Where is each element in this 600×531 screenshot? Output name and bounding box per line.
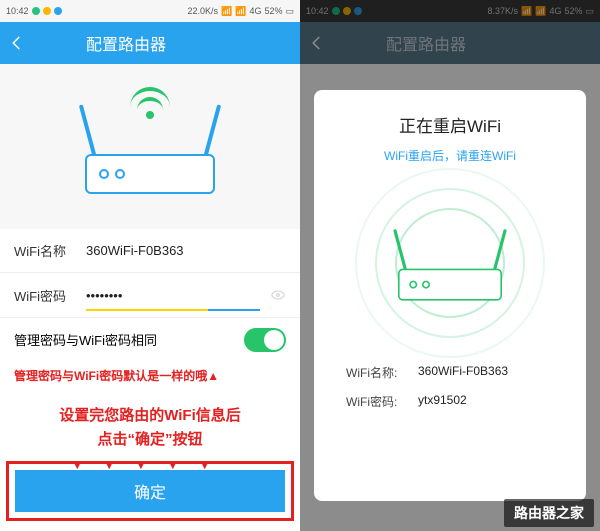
- modal-wifi-password-row: WiFi密码: ytx91502: [330, 387, 570, 416]
- status-battery: 52%: [264, 6, 282, 16]
- modal-illustration: [350, 178, 550, 348]
- same-password-row: 管理密码与WiFi密码相同: [0, 317, 300, 361]
- status-bar: 10:42 22.0K/s 📶 📶 4G 52% ▭: [0, 0, 300, 22]
- battery-icon: ▭: [285, 6, 294, 17]
- status-speed: 22.0K/s: [187, 6, 218, 16]
- wifi-name-field[interactable]: WiFi名称 360WiFi-F0B363: [0, 229, 300, 273]
- router-illustration: [0, 64, 300, 229]
- confirm-button[interactable]: 确定: [15, 470, 285, 512]
- modal-wifi-name-row: WiFi名称: 360WiFi-F0B363: [330, 358, 570, 387]
- status-time: 10:42: [6, 6, 29, 16]
- annotation-tip1: 管理密码与WiFi密码默认是一样的哦▲: [0, 361, 300, 390]
- title-bar: 配置路由器: [0, 22, 300, 64]
- wifi-name-label: WiFi名称: [14, 241, 86, 260]
- app-indicator-icon: [43, 7, 51, 15]
- modal-wifi-password-value: ytx91502: [418, 393, 467, 410]
- eye-icon[interactable]: [270, 287, 286, 303]
- restart-modal: 正在重启WiFi WiFi重启后，请重连WiFi WiFi名称: 360WiFi…: [314, 90, 586, 501]
- back-icon[interactable]: [8, 34, 26, 52]
- wifi-password-value: ••••••••: [86, 288, 270, 303]
- modal-subheading: WiFi重启后，请重连WiFi: [384, 147, 516, 164]
- modal-heading: 正在重启WiFi: [399, 112, 501, 137]
- same-password-toggle[interactable]: [244, 328, 286, 352]
- input-underline: [86, 309, 260, 311]
- page-title: 配置路由器: [86, 31, 166, 55]
- signal-icon: 📶: [235, 6, 246, 17]
- app-indicator-icon: [54, 7, 62, 15]
- app-indicator-icon: [32, 7, 40, 15]
- modal-wifi-name-label: WiFi名称:: [346, 364, 418, 381]
- wifi-name-value: 360WiFi-F0B363: [86, 243, 286, 258]
- annotation-tip2: 设置完您路由的WiFi信息后 点击“确定”按钮: [0, 390, 300, 456]
- same-password-label: 管理密码与WiFi密码相同: [14, 330, 157, 349]
- wifi-password-label: WiFi密码: [14, 286, 86, 305]
- status-net: 4G: [249, 6, 261, 16]
- wifi-password-field[interactable]: WiFi密码 ••••••••: [0, 273, 300, 317]
- annotation-highlight-box: 确定: [6, 461, 294, 521]
- modal-wifi-password-label: WiFi密码:: [346, 393, 418, 410]
- watermark: 路由器之家: [504, 499, 594, 527]
- wifi-icon: 📶: [221, 6, 232, 17]
- modal-wifi-name-value: 360WiFi-F0B363: [418, 364, 508, 381]
